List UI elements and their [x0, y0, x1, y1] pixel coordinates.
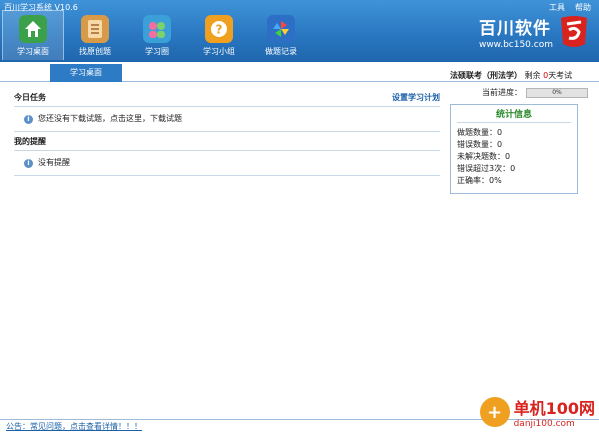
- exam-info: 法硕联考（刑法学） 剩余 0天考试: [450, 70, 588, 81]
- help-menu[interactable]: 帮助: [575, 2, 591, 13]
- remaining-suffix: 天考试: [548, 71, 573, 80]
- nav-label: 做题记录: [265, 47, 297, 56]
- stat-wrong-3x: 错误超过3次：0: [457, 164, 516, 173]
- remaining-prefix: 剩余: [524, 71, 541, 80]
- brand-logo-icon: [561, 16, 587, 47]
- brand-name: 百川软件: [478, 19, 551, 39]
- svg-text:?: ?: [216, 23, 223, 37]
- stat-accuracy: 正确率：0%: [457, 176, 502, 185]
- progress-row: 当前进度： 0%: [450, 87, 588, 98]
- stats-box: 统计信息 做题数量：0 错误数量：0 未解决题数：0 错误超过3次：0 正确率：…: [450, 104, 578, 194]
- today-title: 今日任务: [14, 93, 46, 102]
- reminder-message: 没有提醒: [38, 158, 70, 167]
- main-panel: 今日任务 设置学习计划 i 您还没有下载试题，点击这里，下载试题 我的提醒 i …: [14, 90, 440, 176]
- progress-label: 当前进度：: [482, 88, 522, 97]
- main-nav: 学习桌面 找原创题 学习圈 ? 学习小组 做题记录: [2, 10, 312, 60]
- people-icon: [143, 15, 171, 43]
- nav-label: 学习小组: [203, 47, 235, 56]
- notebook-icon: [81, 15, 109, 43]
- stats-title: 统计信息: [457, 107, 571, 123]
- nav-label: 学习桌面: [17, 47, 49, 56]
- brand-url: www.bc150.com: [478, 40, 553, 50]
- stat-unresolved: 未解决题数：0: [457, 152, 511, 161]
- home-icon: [19, 15, 47, 43]
- watermark-sub: danji100.com: [513, 419, 575, 429]
- notice-link[interactable]: 公告：常见问题，点击查看详情！！！: [6, 421, 142, 432]
- nav-item-desk[interactable]: 学习桌面: [2, 10, 64, 60]
- pinwheel-icon: [267, 15, 295, 43]
- question-icon: ?: [205, 15, 233, 43]
- tab-desk[interactable]: 学习桌面: [50, 64, 122, 82]
- top-menu: 工具 帮助: [549, 2, 591, 13]
- reminder-row: i 没有提醒: [14, 150, 440, 176]
- plus-icon: +: [479, 397, 510, 427]
- reminder-title: 我的提醒: [14, 137, 46, 146]
- nav-item-study-circle[interactable]: 学习圈: [126, 10, 188, 60]
- tools-menu[interactable]: 工具: [549, 2, 565, 13]
- exam-name: 法硕联考（刑法学）: [450, 71, 522, 80]
- stat-done: 做题数量：0: [457, 128, 503, 137]
- brand: 百川软件 www.bc150.com: [479, 14, 591, 50]
- title-bar: 百川学习系统 V10.6 工具 帮助 学习桌面 找原创题 学习圈 ? 学习小组 …: [0, 0, 599, 62]
- info-icon: i: [24, 114, 33, 124]
- watermark-text: 单机100网: [513, 399, 595, 418]
- today-message[interactable]: 您还没有下载试题，点击这里，下载试题: [38, 107, 182, 131]
- set-plan-link[interactable]: 设置学习计划: [392, 90, 440, 106]
- today-task-row[interactable]: i 您还没有下载试题，点击这里，下载试题: [14, 106, 440, 132]
- nav-label: 找原创题: [79, 47, 111, 56]
- nav-item-study-group[interactable]: ? 学习小组: [188, 10, 250, 60]
- side-panel: 法硕联考（刑法学） 剩余 0天考试 当前进度： 0% 统计信息 做题数量：0 错…: [450, 68, 588, 194]
- stat-wrong: 错误数量：0: [457, 140, 503, 149]
- nav-item-find-questions[interactable]: 找原创题: [64, 10, 126, 60]
- watermark: + 单机100网 danji100.com: [479, 395, 595, 429]
- nav-item-records[interactable]: 做题记录: [250, 10, 312, 60]
- info-icon: i: [24, 158, 33, 168]
- progress-bar: 0%: [526, 87, 588, 98]
- nav-label: 学习圈: [145, 47, 169, 56]
